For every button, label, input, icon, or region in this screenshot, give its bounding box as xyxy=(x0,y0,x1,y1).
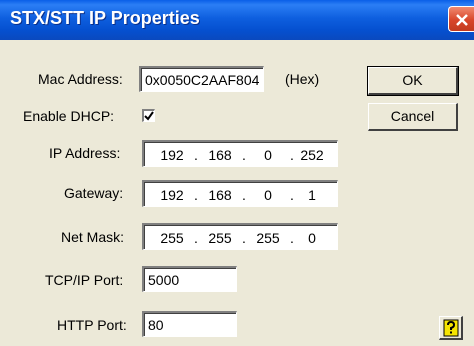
ip-octet-4: 252 xyxy=(300,147,324,163)
title-bar[interactable]: STX/STT IP Properties xyxy=(0,0,474,40)
tcp-ip-port-value: 5000 xyxy=(148,272,180,288)
gateway-dot: . xyxy=(194,187,198,203)
mac-hex-unit-label: (Hex) xyxy=(285,71,320,87)
netmask-octet-2: 255 xyxy=(208,230,232,246)
netmask-dot: . xyxy=(194,230,198,246)
gateway-octet-3: 0 xyxy=(264,187,272,203)
ip-octet-2: 168 xyxy=(208,147,232,163)
gateway-field[interactable]: 192 . 168 . 0 . 1 xyxy=(142,180,338,207)
tcp-ip-port-label: TCP/IP Port: xyxy=(45,272,124,288)
http-port-label: HTTP Port: xyxy=(57,317,127,333)
cancel-button[interactable]: Cancel xyxy=(368,103,458,131)
gateway-octet-4: 1 xyxy=(308,187,316,203)
http-port-field[interactable]: 80 xyxy=(142,311,237,337)
help-button[interactable] xyxy=(439,316,463,340)
gateway-octet-1: 192 xyxy=(160,187,184,203)
ip-octet-1: 192 xyxy=(160,147,184,163)
enable-dhcp-checkbox[interactable] xyxy=(142,109,155,122)
ip-address-field[interactable]: 192 . 168 . 0 . 252 xyxy=(142,140,338,167)
netmask-octet-3: 255 xyxy=(256,230,280,246)
ip-properties-dialog: STX/STT IP Properties Mac Address: 0x005… xyxy=(0,0,474,346)
enable-dhcp-label: Enable DHCP: xyxy=(23,108,115,124)
ok-button[interactable]: OK xyxy=(367,66,459,96)
ip-dot: . xyxy=(242,147,246,163)
mac-address-field[interactable]: 0x0050C2AAF804 xyxy=(139,66,264,92)
gateway-label: Gateway: xyxy=(64,185,124,201)
mac-address-value: 0x0050C2AAF804 xyxy=(145,72,260,88)
mac-address-label: Mac Address: xyxy=(38,71,123,87)
net-mask-field[interactable]: 255 . 255 . 255 . 0 xyxy=(142,223,338,250)
window-title: STX/STT IP Properties xyxy=(10,8,200,28)
ip-address-label: IP Address: xyxy=(49,145,121,161)
net-mask-label: Net Mask: xyxy=(61,229,125,245)
tcp-ip-port-field[interactable]: 5000 xyxy=(142,266,237,292)
close-button[interactable] xyxy=(448,6,474,32)
ip-octet-3: 0 xyxy=(264,147,272,163)
netmask-dot: . xyxy=(242,230,246,246)
gateway-dot: . xyxy=(242,187,246,203)
http-port-value: 80 xyxy=(148,317,164,333)
ip-dot: . xyxy=(194,147,198,163)
netmask-octet-4: 0 xyxy=(308,230,316,246)
netmask-octet-1: 255 xyxy=(160,230,184,246)
gateway-octet-2: 168 xyxy=(208,187,232,203)
